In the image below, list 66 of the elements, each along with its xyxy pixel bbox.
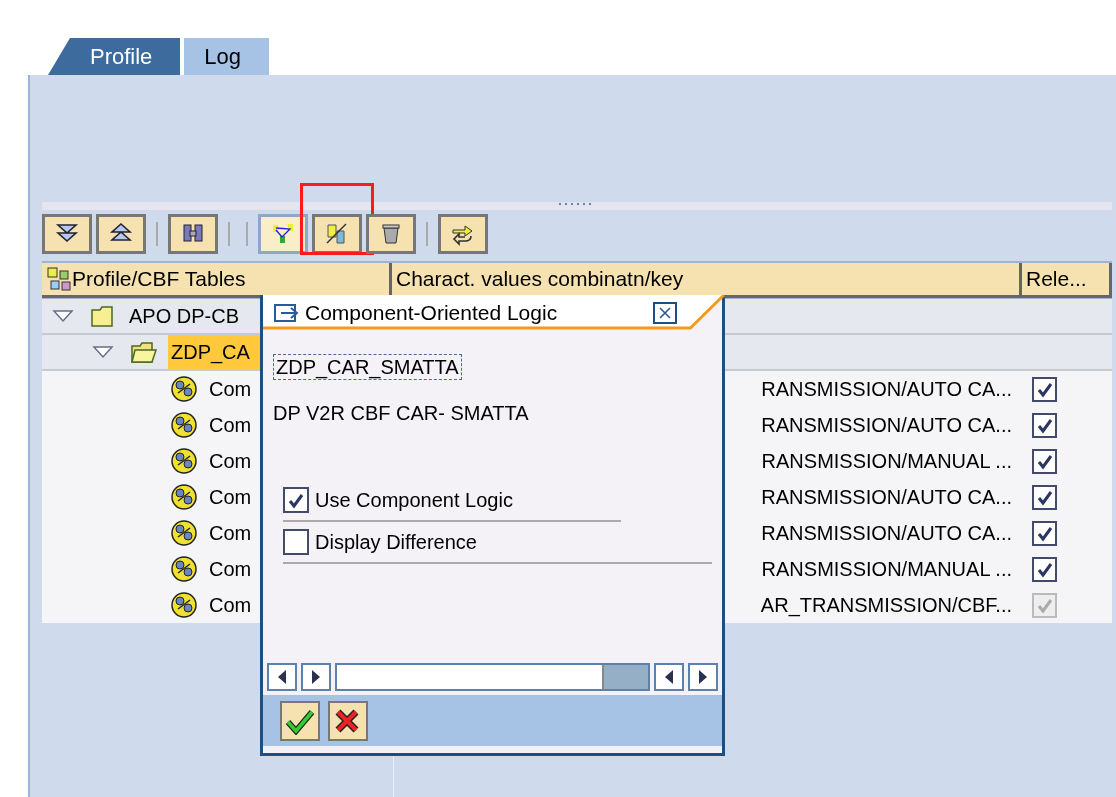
check-icon — [286, 491, 306, 509]
scroll-arrow-button[interactable] — [267, 663, 297, 691]
toolbar-button[interactable] — [168, 214, 218, 254]
checkbox[interactable] — [1032, 376, 1057, 402]
left-arrow-icon — [276, 669, 288, 685]
table-cell-text: RANSMISSION/AUTO CA... — [761, 485, 1012, 510]
column-label: Charact. values combinatn/key — [396, 266, 684, 292]
checkbox[interactable] — [1032, 448, 1057, 474]
hierarchy-icon — [271, 222, 295, 246]
component-icon — [170, 447, 198, 475]
right-arrow-icon — [697, 669, 709, 685]
name-field[interactable]: ZDP_CAR_SMATTA — [273, 354, 462, 380]
component-icon — [170, 519, 198, 547]
checkbox[interactable] — [1032, 484, 1057, 510]
right-arrow-icon — [310, 669, 322, 685]
tab[interactable]: Profile — [48, 38, 181, 75]
checkbox-label: Display Difference — [315, 530, 477, 555]
tree-structure-icon — [46, 265, 72, 292]
checkbox[interactable] — [283, 487, 309, 513]
toolbar-button[interactable] — [96, 214, 146, 254]
open-folder-icon — [130, 340, 160, 364]
column-header[interactable]: Charact. values combinatn/key — [392, 263, 1022, 298]
expanded-triangle-icon[interactable] — [52, 309, 74, 323]
close-button[interactable] — [653, 301, 677, 324]
table-cell-text: RANSMISSION/AUTO CA... — [761, 521, 1012, 546]
dialog-icon — [273, 301, 299, 324]
checkbox[interactable] — [283, 529, 309, 555]
splitter-handle[interactable] — [557, 202, 593, 206]
column-header[interactable]: Rele... — [1022, 263, 1112, 298]
component-icon — [170, 411, 198, 439]
table-cell-text: RANSMISSION/MANUAL ... — [761, 557, 1012, 582]
scroll-arrow-button[interactable] — [654, 663, 684, 691]
component-icon — [170, 375, 198, 403]
ok-button[interactable] — [280, 700, 320, 741]
swap-arrows-icon — [451, 222, 475, 246]
tree-node-label[interactable]: APO DP-CB — [126, 299, 254, 333]
checkbox-label: Use Component Logic — [315, 488, 513, 513]
scrollbar-thumb[interactable] — [602, 665, 648, 689]
table-cell-text: RANSMISSION/AUTO CA... — [761, 377, 1012, 402]
documents-icon — [325, 222, 349, 246]
table-cell-text: RANSMISSION/AUTO CA... — [761, 413, 1012, 438]
toolbar-button[interactable] — [438, 214, 488, 254]
column-header[interactable]: Profile/CBF Tables — [42, 263, 392, 298]
scroll-arrow-button[interactable] — [301, 663, 331, 691]
cancel-button[interactable] — [328, 700, 368, 741]
toolbar-button[interactable] — [42, 214, 92, 254]
scrollbar-track[interactable] — [335, 663, 650, 691]
trash-icon — [379, 222, 403, 246]
component-icon — [170, 591, 198, 619]
column-label: Rele... — [1026, 266, 1087, 292]
checkbox[interactable] — [1032, 556, 1057, 582]
left-arrow-icon — [663, 669, 675, 685]
checkbox[interactable] — [1032, 412, 1057, 438]
tab[interactable]: Log — [184, 38, 270, 75]
dialog-title: Component-Oriented Logic — [305, 299, 558, 326]
column-label: Profile/CBF Tables — [72, 266, 246, 292]
description-text: DP V2R CBF CAR- SMATTA — [273, 401, 530, 426]
checkbox[interactable] — [1032, 520, 1057, 546]
close-icon — [658, 305, 672, 320]
component-icon — [170, 555, 198, 583]
table-cell-text: RANSMISSION/MANUAL ... — [761, 449, 1012, 474]
scroll-arrow-button[interactable] — [688, 663, 718, 691]
table-cell-text: AR_TRANSMISSION/CBF... — [760, 593, 1012, 619]
component-icon — [170, 483, 198, 511]
toolbar-button[interactable] — [366, 214, 416, 254]
expanded-triangle-icon[interactable] — [92, 345, 114, 359]
